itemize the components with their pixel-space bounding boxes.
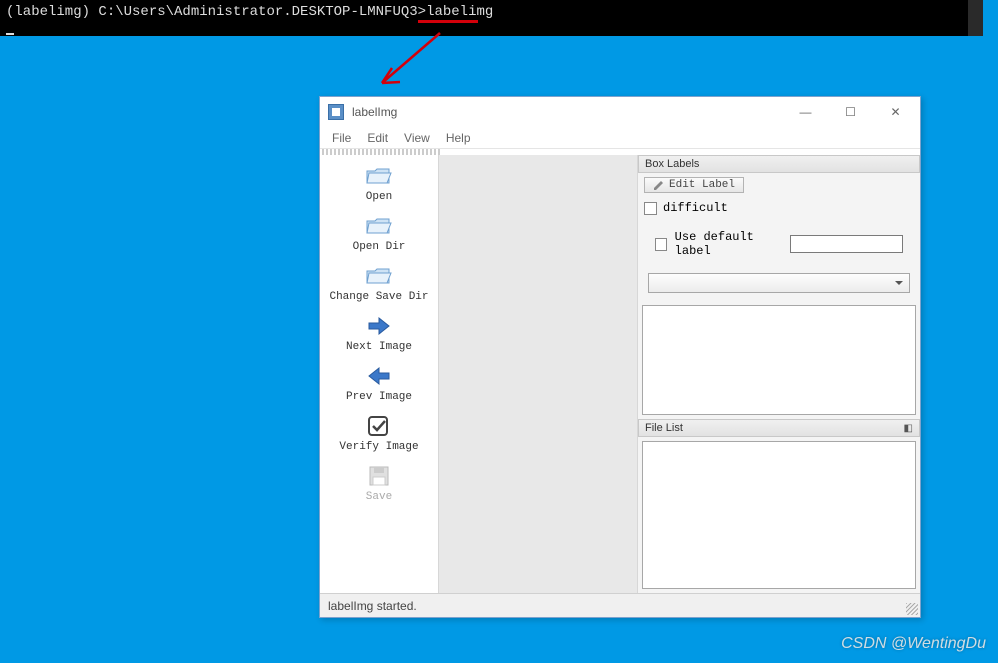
menu-edit[interactable]: Edit — [361, 129, 394, 147]
default-label-input[interactable] — [790, 235, 903, 253]
checkbox-icon[interactable] — [655, 238, 667, 251]
label-combobox[interactable] — [648, 273, 910, 293]
next-image-label: Next Image — [346, 341, 412, 353]
undock-icon[interactable]: ◧ — [904, 423, 913, 434]
folder-icon — [365, 215, 393, 237]
folder-icon — [365, 265, 393, 287]
open-dir-label: Open Dir — [353, 241, 406, 253]
terminal-prompt: (labelimg) C:\Users\Administrator.DESKTO… — [6, 4, 493, 20]
menubar: File Edit View Help — [320, 127, 920, 149]
checkbox-icon — [644, 202, 657, 215]
status-text: labelImg started. — [328, 599, 417, 613]
maximize-button[interactable]: ☐ — [828, 98, 873, 126]
annotation-underline — [418, 20, 478, 23]
app-icon — [328, 104, 344, 120]
folder-icon — [365, 165, 393, 187]
image-canvas[interactable] — [438, 155, 638, 593]
terminal-cursor — [6, 33, 14, 35]
change-save-dir-label: Change Save Dir — [329, 291, 428, 303]
window-title: labelImg — [352, 105, 783, 119]
file-list-panel-title[interactable]: File List ◧ — [638, 419, 920, 437]
floppy-disk-icon — [365, 465, 393, 487]
pencil-icon — [653, 179, 665, 191]
watermark-text: CSDN @WentingDu — [841, 635, 986, 653]
edit-label-button[interactable]: Edit Label — [644, 177, 744, 193]
right-panel: Box Labels Edit Label difficult Use defa… — [638, 155, 920, 593]
difficult-checkbox[interactable]: difficult — [644, 201, 914, 215]
checkbox-checked-icon — [365, 415, 393, 437]
verify-image-label: Verify Image — [339, 441, 418, 453]
prev-image-label: Prev Image — [346, 391, 412, 403]
minimize-button[interactable]: — — [783, 98, 828, 126]
statusbar: labelImg started. — [320, 593, 920, 617]
close-button[interactable]: ✕ — [873, 98, 918, 126]
terminal-command: labelimg — [426, 4, 493, 20]
next-image-button[interactable]: Next Image — [324, 311, 434, 359]
annotation-arrow — [370, 28, 450, 98]
labelimg-window: labelImg — ☐ ✕ File Edit View Help Open … — [319, 96, 921, 618]
menu-file[interactable]: File — [326, 129, 357, 147]
menu-help[interactable]: Help — [440, 129, 477, 147]
terminal-window[interactable]: (labelimg) C:\Users\Administrator.DESKTO… — [0, 0, 983, 36]
prev-image-button[interactable]: Prev Image — [324, 361, 434, 409]
open-label: Open — [366, 191, 392, 203]
file-list-listbox[interactable] — [642, 441, 916, 589]
open-button[interactable]: Open — [324, 161, 434, 209]
use-default-label-row: Use default label — [648, 223, 910, 265]
arrow-right-icon — [365, 315, 393, 337]
titlebar[interactable]: labelImg — ☐ ✕ — [320, 97, 920, 127]
change-save-dir-button[interactable]: Change Save Dir — [324, 261, 434, 309]
box-labels-panel-title[interactable]: Box Labels — [638, 155, 920, 173]
menu-view[interactable]: View — [398, 129, 436, 147]
box-labels-panel-body: Edit Label difficult Use default label — [638, 173, 920, 301]
verify-image-button[interactable]: Verify Image — [324, 411, 434, 459]
save-label: Save — [366, 491, 392, 503]
arrow-left-icon — [365, 365, 393, 387]
labels-listbox[interactable] — [642, 305, 916, 415]
open-dir-button[interactable]: Open Dir — [324, 211, 434, 259]
toolbar: Open Open Dir Change Save Dir Next Image… — [320, 155, 438, 593]
use-default-label-text: Use default label — [675, 230, 783, 258]
save-button[interactable]: Save — [324, 461, 434, 509]
